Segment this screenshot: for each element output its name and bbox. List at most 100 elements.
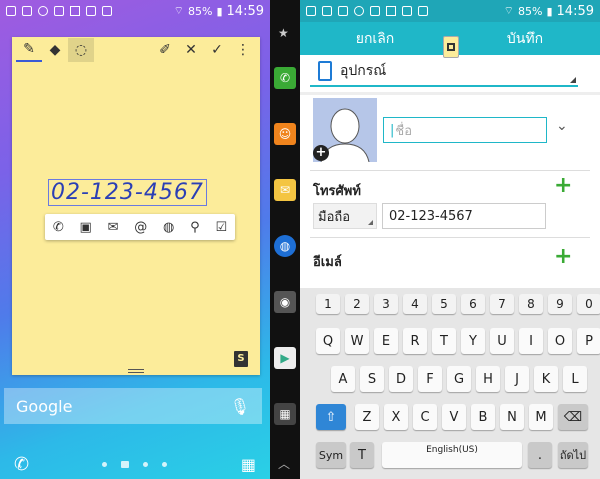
edge-play-store-icon[interactable]: ▶ — [274, 347, 296, 369]
globe-icon[interactable]: ◍ — [163, 220, 174, 235]
sym-key[interactable]: Sym — [316, 442, 346, 468]
task-icon[interactable]: ☑ — [215, 220, 227, 235]
microphone-icon[interactable]: 🎙 — [230, 397, 250, 416]
phone-type-select[interactable]: มือถือ — [313, 203, 377, 229]
mail-icon — [370, 6, 380, 16]
key-3[interactable]: 3 — [374, 294, 398, 314]
add-photo-icon[interactable]: + — [313, 145, 329, 161]
cancel-button[interactable]: ยกเลิก — [300, 28, 450, 50]
edge-phone-icon[interactable]: ✆ — [274, 67, 296, 89]
status-bar-right: ⌔ 85% ▮ 14:59 — [300, 0, 600, 22]
map-pin-icon[interactable]: ⚲ — [190, 220, 200, 235]
key-o[interactable]: O — [548, 328, 572, 354]
key-k[interactable]: K — [534, 366, 558, 392]
edge-contacts-icon[interactable]: ☺ — [274, 123, 296, 145]
space-key[interactable]: English(US) — [382, 442, 522, 468]
key-i[interactable]: I — [519, 328, 543, 354]
edge-apps-icon[interactable]: ▦ — [274, 403, 296, 425]
key-p[interactable]: P — [577, 328, 600, 354]
at-icon[interactable]: @ — [134, 220, 147, 235]
phone-number-field[interactable]: 02-123-4567 — [382, 203, 546, 229]
backspace-key[interactable]: ⌫ — [558, 404, 588, 430]
key-q[interactable]: Q — [316, 328, 340, 354]
key-c[interactable]: C — [413, 404, 437, 430]
key-9[interactable]: 9 — [548, 294, 572, 314]
key-2[interactable]: 2 — [345, 294, 369, 314]
check-icon[interactable]: ✓ — [204, 38, 230, 62]
edge-internet-icon[interactable]: ◍ — [274, 235, 296, 257]
key-w[interactable]: W — [345, 328, 369, 354]
apps-grid-icon[interactable]: ▦ — [241, 455, 256, 474]
key-s[interactable]: S — [360, 366, 384, 392]
key-x[interactable]: X — [384, 404, 408, 430]
s-pen-icon: S — [234, 351, 248, 367]
key-y[interactable]: Y — [461, 328, 485, 354]
star-icon[interactable]: ★ — [278, 26, 289, 40]
next-key[interactable]: ถัดไป — [558, 442, 588, 468]
key-b[interactable]: B — [471, 404, 495, 430]
key-g[interactable]: G — [447, 366, 471, 392]
lasso-icon[interactable]: ◌ — [68, 38, 94, 62]
key-8[interactable]: 8 — [519, 294, 543, 314]
handwriting-key[interactable]: T — [350, 442, 374, 468]
edge-email-icon[interactable]: ✉ — [274, 179, 296, 201]
warning-icon — [386, 6, 396, 16]
pin-icon[interactable]: ✐ — [152, 38, 178, 62]
key-l[interactable]: L — [563, 366, 587, 392]
key-0[interactable]: 0 — [577, 294, 600, 314]
more-icon[interactable]: ⋮ — [230, 38, 256, 62]
key-e[interactable]: E — [374, 328, 398, 354]
handwritten-phone-number[interactable]: 02-123-4567 — [48, 179, 207, 206]
memo-capture-icon[interactable] — [443, 36, 459, 58]
pen-icon[interactable]: ✎ — [16, 38, 42, 62]
edge-camera-icon[interactable]: ◉ — [274, 291, 296, 313]
google-search-bar[interactable]: Google 🎙 — [4, 388, 262, 424]
cloud-icon — [354, 6, 364, 16]
close-icon[interactable]: ✕ — [178, 38, 204, 62]
gallery-icon — [6, 6, 16, 16]
key-n[interactable]: N — [500, 404, 524, 430]
key-6[interactable]: 6 — [461, 294, 485, 314]
phone-icon[interactable]: ✆ — [53, 220, 64, 235]
key-7[interactable]: 7 — [490, 294, 514, 314]
action-memo[interactable]: ✎ ◆ ◌ ✐ ✕ ✓ ⋮ 02-123-4567 ✆ ▣ ✉ @ ◍ ⚲ ☑ … — [12, 37, 260, 375]
phone-app-icon[interactable]: ✆ — [14, 454, 29, 475]
phone-section-label: โทรศัพท์ — [313, 184, 361, 199]
download-icon — [418, 6, 428, 16]
key-z[interactable]: Z — [355, 404, 379, 430]
key-v[interactable]: V — [442, 404, 466, 430]
add-phone-icon[interactable]: + — [554, 173, 572, 198]
key-a[interactable]: A — [331, 366, 355, 392]
key-j[interactable]: J — [505, 366, 529, 392]
memo-toolbar: ✎ ◆ ◌ ✐ ✕ ✓ ⋮ — [12, 37, 260, 63]
download-icon — [102, 6, 112, 16]
eraser-icon[interactable]: ◆ — [42, 38, 68, 62]
resize-handle[interactable] — [128, 369, 144, 373]
key-4[interactable]: 4 — [403, 294, 427, 314]
key-d[interactable]: D — [389, 366, 413, 392]
key-f[interactable]: F — [418, 366, 442, 392]
right-phone-screen: ⌔ 85% ▮ 14:59 ยกเลิก บันทึก อุปกรณ์ + | ช… — [300, 0, 600, 479]
storage-selector[interactable]: อุปกรณ์ — [310, 57, 578, 87]
contact-icon[interactable]: ▣ — [80, 220, 92, 235]
chevron-down-icon[interactable]: ⌄ — [556, 118, 568, 134]
edge-chevron-icon[interactable]: ︿ — [278, 455, 290, 472]
key-h[interactable]: H — [476, 366, 500, 392]
calendar-check-icon — [402, 6, 412, 16]
key-r[interactable]: R — [403, 328, 427, 354]
battery-percent: 85% — [518, 4, 543, 18]
key-t[interactable]: T — [432, 328, 456, 354]
memo-action-bar: ✆ ▣ ✉ @ ◍ ⚲ ☑ — [45, 214, 235, 240]
period-key[interactable]: . — [528, 442, 552, 468]
key-u[interactable]: U — [490, 328, 514, 354]
shift-key[interactable]: ⇧ — [316, 404, 346, 430]
email-icon[interactable]: ✉ — [108, 220, 119, 235]
name-field[interactable]: | ชื่อ — [383, 117, 547, 143]
key-m[interactable]: M — [529, 404, 553, 430]
add-email-icon[interactable]: + — [554, 244, 572, 269]
cloud-icon — [38, 6, 48, 16]
storage-label: อุปกรณ์ — [340, 63, 387, 79]
save-button[interactable]: บันทึก — [450, 28, 600, 50]
key-1[interactable]: 1 — [316, 294, 340, 314]
key-5[interactable]: 5 — [432, 294, 456, 314]
